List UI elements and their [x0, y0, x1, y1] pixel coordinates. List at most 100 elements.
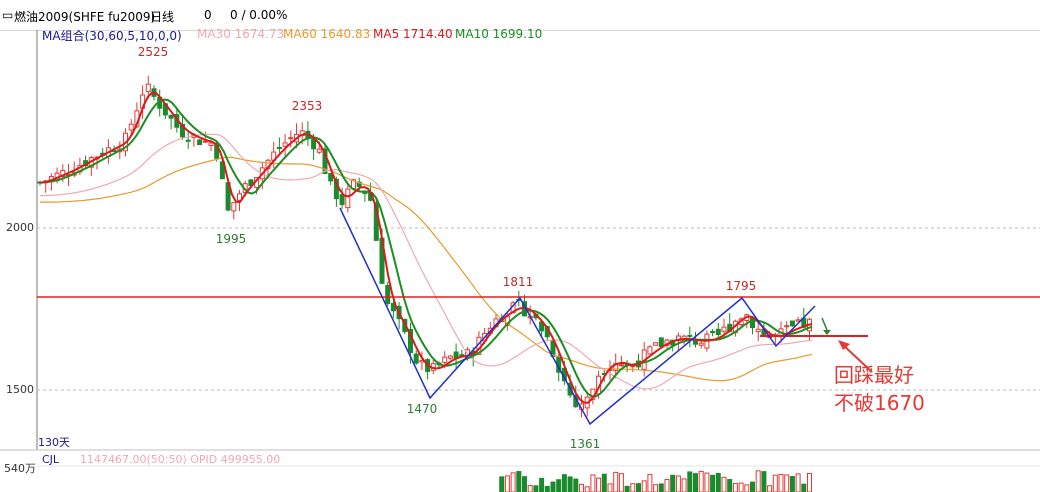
candle-body[interactable] — [185, 139, 191, 142]
volume-bar — [573, 478, 579, 492]
volume-bar — [767, 485, 773, 492]
volume-bar — [561, 474, 567, 492]
down-arrow-icon — [821, 317, 828, 331]
volume-bar — [795, 473, 801, 492]
candle-body[interactable] — [698, 342, 704, 346]
candle-body[interactable] — [197, 139, 203, 146]
low-label-1361: 1361 — [570, 437, 601, 451]
annotation-line2: 不破1670 — [834, 391, 925, 415]
volume-bar — [647, 474, 653, 492]
volume-bar — [584, 486, 590, 492]
volume-label[interactable]: CJL — [42, 453, 59, 466]
volume-bar — [613, 471, 619, 492]
candle-body[interactable] — [750, 317, 755, 329]
candle-body[interactable] — [413, 353, 419, 364]
candlestick-chart[interactable]: 2525 1995 2353 1470 1811 1361 1795 — [0, 0, 1040, 492]
volume-bar — [556, 479, 562, 492]
volume-bar — [579, 483, 584, 492]
volume-bar — [550, 481, 556, 492]
volume-bar — [761, 471, 767, 492]
volume-bar — [789, 476, 795, 492]
volume-bar — [732, 482, 738, 492]
volume-bar — [618, 473, 624, 492]
volume-bar — [630, 483, 636, 492]
candle-body[interactable] — [653, 342, 659, 346]
candle-body[interactable] — [311, 138, 317, 150]
candle-body[interactable] — [385, 285, 391, 304]
peak-label-2525: 2525 — [138, 45, 169, 59]
days-label: 130天 — [38, 436, 70, 449]
volume-bar — [807, 472, 812, 492]
volume-bar — [636, 483, 641, 492]
candle-body[interactable] — [316, 148, 322, 153]
peak-label-1811: 1811 — [503, 275, 534, 289]
candle-body[interactable] — [784, 325, 790, 328]
volume-bar — [522, 476, 527, 492]
volume-bar — [727, 479, 733, 492]
volume-bar — [687, 471, 693, 492]
volume-bar — [698, 470, 704, 492]
candle-body[interactable] — [282, 142, 288, 147]
peak-label-2353: 2353 — [292, 99, 323, 113]
candle-body[interactable] — [288, 137, 294, 140]
volume-scale: 540万 — [4, 462, 36, 475]
volume-bar — [596, 477, 602, 492]
volume-bar — [670, 474, 676, 492]
candle-body[interactable] — [618, 364, 624, 367]
down-arrowhead-icon — [823, 330, 831, 335]
volume-bar — [664, 478, 670, 492]
volume-bar — [533, 485, 539, 492]
volume-bar — [778, 473, 784, 492]
volume-bar — [601, 473, 607, 492]
volume-bar — [801, 483, 807, 492]
candle-body[interactable] — [755, 328, 761, 333]
volume-bar — [658, 483, 664, 492]
volume-bar — [681, 478, 687, 492]
candle-body[interactable] — [447, 355, 453, 359]
candle-body[interactable] — [715, 328, 721, 336]
candle-body[interactable] — [276, 147, 282, 150]
candle-body[interactable] — [202, 140, 208, 143]
low-label-1995: 1995 — [216, 232, 247, 246]
candle-body[interactable] — [208, 142, 214, 147]
candle-body[interactable] — [647, 346, 653, 355]
volume-bar — [784, 474, 790, 492]
volume-bar — [738, 482, 744, 492]
candle-body[interactable] — [658, 337, 664, 347]
volume-bar — [544, 486, 550, 492]
candle-body[interactable] — [128, 123, 134, 131]
y-tick-2000: 2000 — [6, 221, 34, 234]
annotation-line1: 回踩最好 — [834, 363, 914, 387]
volume-bar — [653, 484, 659, 492]
ma5-line — [39, 91, 813, 404]
volume-bar — [590, 474, 596, 492]
ma10-line — [39, 98, 813, 398]
volume-bar — [693, 473, 698, 492]
ma30-line — [40, 133, 813, 390]
candle-body[interactable] — [345, 188, 351, 209]
volume-bar — [755, 470, 761, 492]
volume-bar — [539, 477, 545, 492]
candle-body[interactable] — [687, 334, 693, 337]
volume-bar — [721, 476, 727, 492]
candle-body[interactable] — [168, 114, 174, 119]
volume-bar — [704, 472, 710, 492]
candle-body[interactable] — [231, 202, 237, 212]
volume-values: 1147467.00(50:50) OPID 499955.00 — [80, 453, 281, 466]
candle-body[interactable] — [721, 326, 727, 332]
volume-bar — [504, 475, 510, 492]
candle-body[interactable] — [145, 83, 151, 93]
volume-bar — [715, 472, 721, 492]
volume-bar — [567, 476, 573, 492]
volume-bar — [516, 471, 522, 492]
candle-body[interactable] — [789, 320, 795, 327]
trend-zigzag — [339, 207, 816, 426]
y-tick-1500: 1500 — [6, 383, 34, 396]
volume-bar — [510, 472, 516, 492]
volume-bar — [624, 485, 630, 492]
low-label-1470: 1470 — [407, 402, 438, 416]
candle-body[interactable] — [710, 331, 716, 334]
candle-body[interactable] — [442, 356, 448, 363]
volume-bar — [607, 483, 613, 492]
volume-bar — [772, 474, 778, 492]
